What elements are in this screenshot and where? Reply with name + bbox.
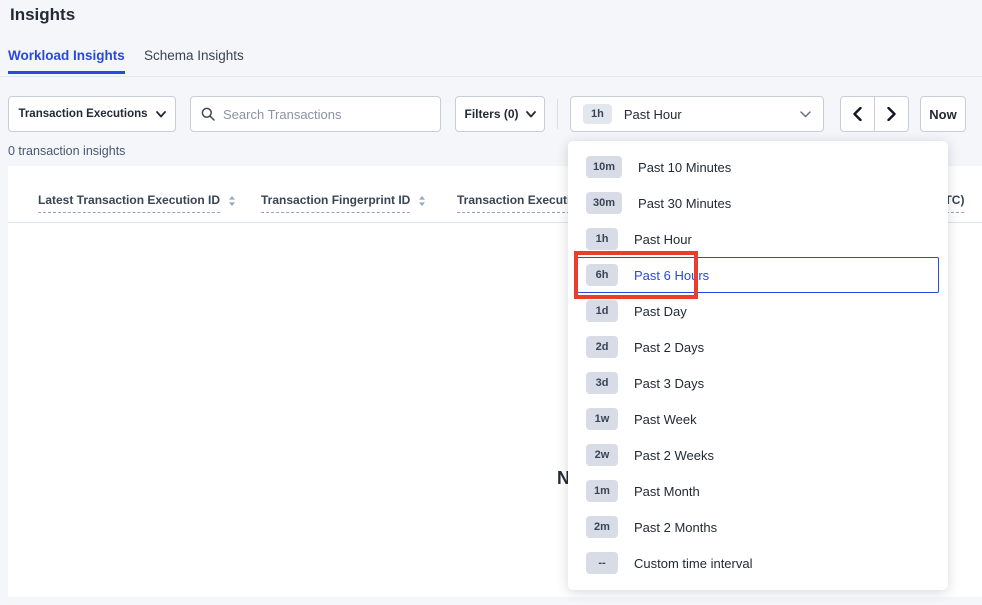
time-badge: 3d xyxy=(586,372,618,394)
chevron-down-icon xyxy=(526,111,536,118)
time-badge: 6h xyxy=(586,264,618,286)
column-header-latest-transaction-execution-id: Latest Transaction Execution ID xyxy=(38,193,236,213)
search-transactions-box[interactable] xyxy=(190,96,441,132)
menu-item-past-week[interactable]: 1w Past Week xyxy=(577,401,939,437)
menu-item-label: Past Month xyxy=(634,484,700,499)
time-badge: 1m xyxy=(586,480,618,502)
time-badge: 2m xyxy=(586,516,618,538)
menu-item-past-6-hours[interactable]: 6h Past 6 Hours xyxy=(577,257,939,293)
search-icon xyxy=(201,107,215,121)
column-header-label[interactable]: Transaction Execution xyxy=(457,193,585,213)
column-header-transaction-fingerprint-id: Transaction Fingerprint ID xyxy=(261,193,426,213)
previous-interval-button[interactable] xyxy=(840,96,875,132)
tab-schema-insights[interactable]: Schema Insights xyxy=(144,48,244,63)
menu-item-past-hour[interactable]: 1h Past Hour xyxy=(577,221,939,257)
menu-item-label: Past 2 Weeks xyxy=(634,448,714,463)
menu-item-past-30-minutes[interactable]: 30m Past 30 Minutes xyxy=(577,185,939,221)
menu-item-past-2-days[interactable]: 2d Past 2 Days xyxy=(577,329,939,365)
time-badge: -- xyxy=(586,552,618,574)
column-header-transaction-execution: Transaction Execution xyxy=(457,193,585,213)
menu-item-label: Past Day xyxy=(634,304,687,319)
now-button[interactable]: Now xyxy=(920,96,966,132)
chevron-down-icon xyxy=(800,111,811,118)
time-badge: 2w xyxy=(586,444,618,466)
menu-item-label: Past Hour xyxy=(634,232,692,247)
toolbar-divider xyxy=(557,99,558,129)
page-title: Insights xyxy=(10,5,75,25)
next-interval-button[interactable] xyxy=(874,96,909,132)
column-header-label[interactable]: Transaction Fingerprint ID xyxy=(261,193,410,213)
column-header-label[interactable]: Latest Transaction Execution ID xyxy=(38,193,220,213)
menu-item-label: Past 10 Minutes xyxy=(638,160,731,175)
menu-item-label: Past 2 Days xyxy=(634,340,704,355)
search-input[interactable] xyxy=(223,107,430,122)
tab-bar: Workload Insights Schema Insights xyxy=(0,44,982,77)
menu-item-past-day[interactable]: 1d Past Day xyxy=(577,293,939,329)
insight-type-select-label: Transaction Executions xyxy=(18,108,147,120)
time-range-label: Past Hour xyxy=(624,107,788,122)
tab-workload-insights[interactable]: Workload Insights xyxy=(8,48,125,63)
filters-button-label: Filters (0) xyxy=(464,107,518,121)
time-range-badge: 1h xyxy=(583,104,612,124)
time-badge: 1w xyxy=(586,408,618,430)
menu-item-label: Custom time interval xyxy=(634,556,752,571)
chevron-left-icon xyxy=(853,107,862,121)
menu-item-past-2-months[interactable]: 2m Past 2 Months xyxy=(577,509,939,545)
menu-item-label: Past Week xyxy=(634,412,697,427)
time-badge: 30m xyxy=(586,192,622,214)
menu-item-past-10-minutes[interactable]: 10m Past 10 Minutes xyxy=(577,149,939,185)
menu-item-custom-time-interval[interactable]: -- Custom time interval xyxy=(577,545,939,581)
time-range-arrows xyxy=(840,96,909,132)
chevron-right-icon xyxy=(887,107,896,121)
menu-item-label: Past 3 Days xyxy=(634,376,704,391)
insight-type-select[interactable]: Transaction Executions xyxy=(8,96,176,132)
time-range-select[interactable]: 1h Past Hour xyxy=(570,96,824,132)
insights-count: 0 transaction insights xyxy=(8,144,125,158)
chevron-down-icon xyxy=(156,111,166,118)
menu-item-label: Past 30 Minutes xyxy=(638,196,731,211)
insights-page: Insights Workload Insights Schema Insigh… xyxy=(0,0,982,605)
time-badge: 2d xyxy=(586,336,618,358)
menu-item-past-3-days[interactable]: 3d Past 3 Days xyxy=(577,365,939,401)
time-badge: 1d xyxy=(586,300,618,322)
time-range-dropdown-menu: 10m Past 10 Minutes 30m Past 30 Minutes … xyxy=(568,141,948,590)
menu-item-label: Past 6 Hours xyxy=(634,268,709,283)
menu-item-past-2-weeks[interactable]: 2w Past 2 Weeks xyxy=(577,437,939,473)
sort-icon[interactable] xyxy=(418,195,426,207)
time-badge: 1h xyxy=(586,228,618,250)
menu-item-label: Past 2 Months xyxy=(634,520,717,535)
sort-icon[interactable] xyxy=(228,195,236,207)
menu-item-past-month[interactable]: 1m Past Month xyxy=(577,473,939,509)
filters-button[interactable]: Filters (0) xyxy=(455,96,545,132)
time-badge: 10m xyxy=(586,156,622,178)
